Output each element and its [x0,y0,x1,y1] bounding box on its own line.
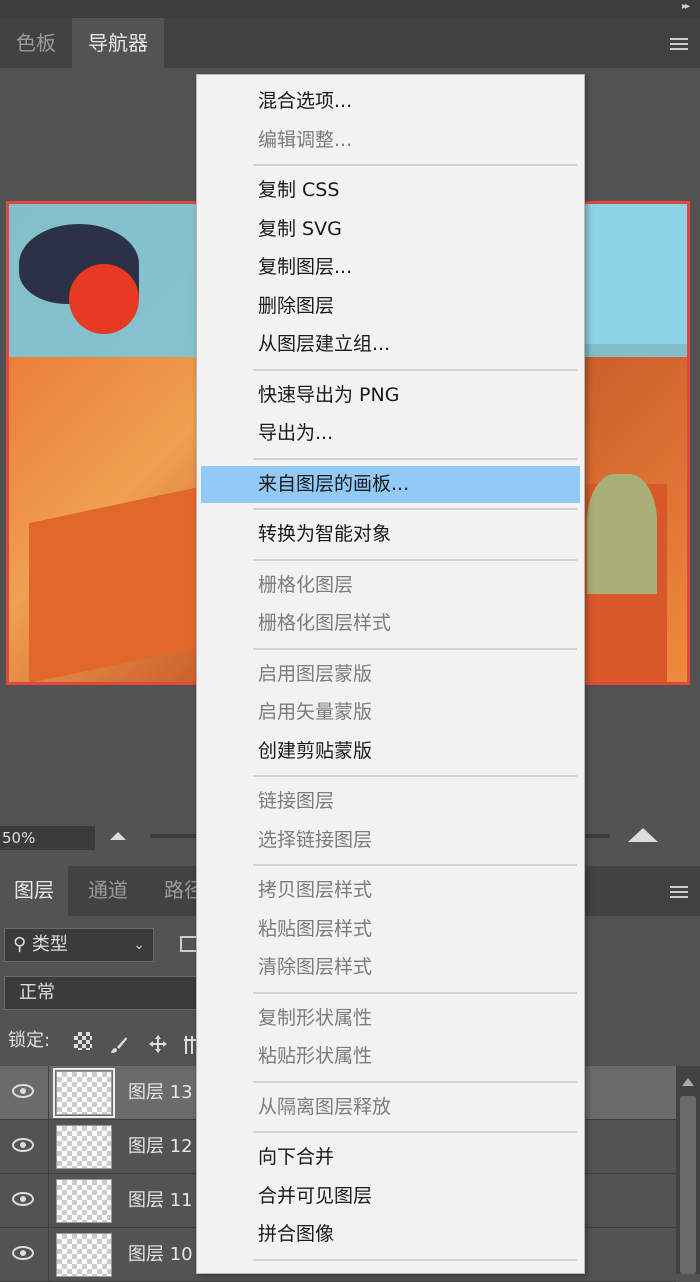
menu-item: 粘贴图层样式 [258,917,373,940]
zoom-in-icon[interactable] [628,828,658,842]
menu-item: 链接图层 [258,790,335,812]
eye-icon[interactable] [12,1138,34,1152]
menu-separator [253,508,577,510]
menu-item[interactable]: 创建剪贴蒙版 [201,733,580,770]
menu-item[interactable]: 合并可见图层 [201,1178,580,1215]
tab-layers[interactable]: 图层 [0,866,68,916]
search-icon: ⚲ [13,934,32,955]
eye-icon[interactable] [12,1246,34,1260]
top-panel-tab-bar: 色板 导航器 [0,18,700,68]
menu-separator [253,368,577,371]
eye-icon[interactable] [12,1084,34,1098]
menu-item[interactable]: 来自图层的画板... [201,465,580,503]
layer-thumbnail[interactable] [53,1068,115,1118]
menu-item[interactable]: 复制 CSS [201,172,580,209]
menu-item[interactable]: 混合选项... [201,83,580,120]
menu-item[interactable]: 拼合图像 [201,1216,580,1253]
layer-name[interactable]: 图层 11 [128,1174,193,1228]
panel-dock-header: ▸▸ [0,0,700,18]
menu-item: 启用矢量蒙版 [258,701,373,723]
menu-separator [253,864,577,866]
zoom-level-field[interactable]: 50% [0,826,95,850]
menu-separator [253,1080,577,1083]
layer-name[interactable]: 图层 13 [128,1066,193,1120]
layer-name[interactable]: 图层 12 [128,1120,193,1174]
layer-thumbnail[interactable] [56,1233,112,1277]
menu-item: 清除图层样式 [258,956,373,978]
layers-scrollbar[interactable] [676,1066,700,1274]
layers-panel-menu-icon[interactable] [670,886,688,898]
menu-separator [253,775,577,777]
menu-item: 编辑调整... [258,128,353,151]
menu-item: 启用图层蒙版 [258,662,373,685]
menu-item[interactable]: 转换为智能对象 [201,516,580,553]
panel-menu-icon[interactable] [670,38,688,50]
scroll-up-icon[interactable] [682,1078,694,1086]
lock-label: 锁定: [8,1030,51,1051]
menu-separator [253,457,577,460]
layer-context-menu: 混合选项... 编辑调整... 复制 CSS 复制 SVG 复制图层... 删除图层 从图层… [196,74,585,1274]
lock-pixels-icon[interactable] [110,1032,128,1053]
menu-item: 粘贴形状属性 [258,1045,373,1067]
lock-transparency-icon[interactable] [74,1032,92,1050]
layer-thumbnail[interactable] [56,1179,112,1223]
menu-item: 栅格化图层 [258,573,354,596]
menu-separator [253,558,577,561]
eye-icon[interactable] [12,1192,34,1206]
scroll-thumb[interactable] [680,1096,696,1274]
menu-item[interactable]: 向下合并 [201,1139,580,1176]
collapse-panels-icon[interactable]: ▸▸ [682,1,690,12]
menu-item: 选择链接图层 [258,828,373,851]
menu-item: 复制形状属性 [258,1006,373,1029]
menu-separator [253,647,577,650]
tab-navigator[interactable]: 导航器 [72,18,164,68]
tab-channels[interactable]: 通道 [74,866,142,916]
layer-filter-select[interactable]: ⚲ 类型 ⌄ [4,928,154,962]
tab-swatches[interactable]: 色板 [0,18,72,68]
menu-item[interactable]: 复制 SVG [201,211,580,248]
menu-separator [253,991,577,994]
zoom-out-icon[interactable] [110,832,126,840]
blend-mode-select[interactable]: 正常 [4,976,204,1010]
chevron-down-icon: ⌄ [133,937,145,953]
menu-item[interactable]: 复制图层... [201,249,580,286]
menu-separator [253,164,577,166]
menu-separator [253,1131,577,1133]
menu-item: 栅格化图层样式 [258,612,392,634]
menu-item[interactable]: 从图层建立组... [201,326,580,363]
menu-item: 从隔离图层释放 [258,1095,392,1118]
menu-item[interactable]: 删除图层 [201,288,580,325]
menu-item[interactable]: 导出为... [201,415,580,452]
layer-thumbnail[interactable] [56,1125,112,1169]
menu-item: 拷贝图层样式 [258,879,373,901]
menu-separator [253,1258,577,1261]
lock-position-icon[interactable] [148,1032,167,1053]
layer-filter-value: 类型 [31,934,68,955]
menu-item[interactable]: 快速导出为 PNG [201,377,580,414]
